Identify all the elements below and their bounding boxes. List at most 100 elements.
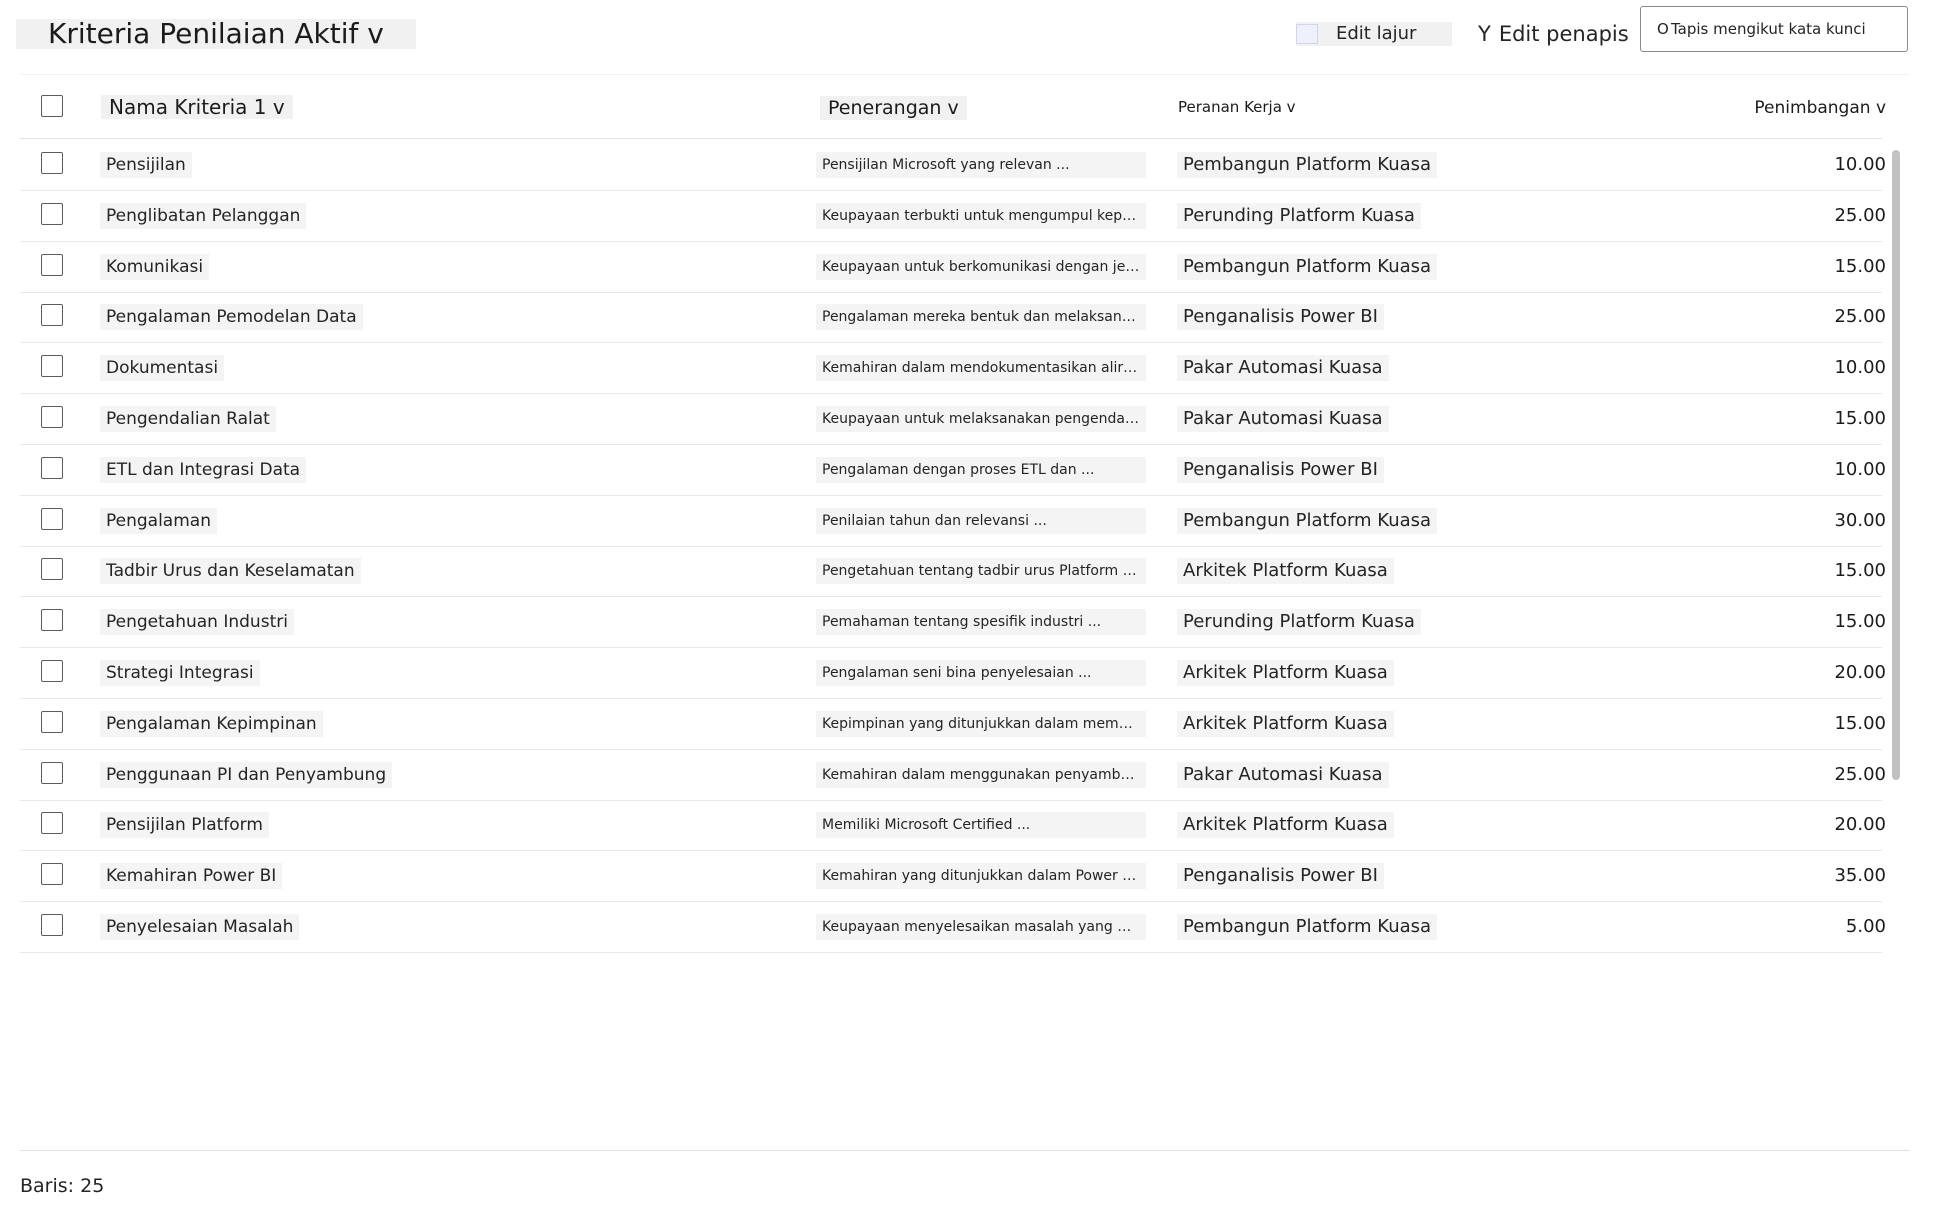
row-checkbox[interactable] <box>41 762 63 784</box>
row-checkbox[interactable] <box>41 152 63 174</box>
command-bar: Kriteria Penilaian Aktif v Edit lajur YE… <box>0 0 1953 72</box>
table-row[interactable]: Strategi Integrasi Pengalaman seni bina p… <box>20 648 1886 699</box>
scrollbar-thumb[interactable] <box>1892 150 1900 780</box>
weight-cell: 15.00 <box>1834 408 1886 429</box>
grid-header: Nama Kriteria 1 v Penerangan v Peranan K… <box>20 80 1886 139</box>
criteria-name-cell[interactable]: Pensijilan <box>100 152 192 178</box>
view-selector[interactable]: Kriteria Penilaian Aktif v <box>16 19 416 49</box>
row-checkbox[interactable] <box>41 558 63 580</box>
row-checkbox[interactable] <box>41 406 63 428</box>
weight-cell: 30.00 <box>1834 510 1886 531</box>
search-box[interactable]: O <box>1640 6 1908 52</box>
row-count: Baris: 25 <box>20 1175 105 1197</box>
row-checkbox[interactable] <box>41 660 63 682</box>
table-row[interactable]: Pengalaman Pemodelan Data Pengalaman mere… <box>20 292 1886 343</box>
criteria-name-cell[interactable]: ETL dan Integrasi Data <box>100 457 307 483</box>
criteria-name-cell[interactable]: Kemahiran Power BI <box>100 863 283 889</box>
vertical-scrollbar[interactable] <box>1888 140 1902 1150</box>
description-cell: Pengalaman mereka bentuk dan melaksanaka… <box>816 304 1146 330</box>
search-icon: O <box>1657 20 1669 38</box>
row-checkbox[interactable] <box>41 812 63 834</box>
edit-filters-button[interactable]: Y Edit penapis <box>1478 19 1629 49</box>
table-row[interactable]: Penggunaan PI dan Penyambung Kemahiran da… <box>20 750 1886 801</box>
description-cell: Kemahiran dalam menggunakan penyambung s… <box>816 762 1146 788</box>
row-checkbox[interactable] <box>41 508 63 530</box>
row-checkbox[interactable] <box>41 304 63 326</box>
criteria-name-cell[interactable]: Komunikasi <box>100 254 210 280</box>
table-row[interactable]: Tadbir Urus dan Keselamatan Pengetahuan t… <box>20 546 1886 597</box>
table-row[interactable]: Komunikasi Keupayaan untuk berkomunikasi … <box>20 242 1886 293</box>
criteria-name-cell[interactable]: Dokumentasi <box>100 355 225 381</box>
description-cell: Pengalaman dengan proses ETL dan ... <box>816 457 1146 483</box>
criteria-name-cell[interactable]: Pengetahuan Industri <box>100 609 294 635</box>
table-row[interactable]: Pengalaman Kepimpinan Kepimpinan yang dit… <box>20 699 1886 750</box>
description-cell: Kepimpinan yang ditunjukkan dalam membim… <box>816 711 1146 737</box>
job-role-cell: Perunding Platform Kuasa <box>1177 203 1421 229</box>
job-role-cell: Arkitek Platform Kuasa <box>1177 558 1394 584</box>
description-cell: Pengetahuan tentang tadbir urus Platform… <box>816 558 1146 584</box>
weight-cell: 15.00 <box>1834 560 1886 581</box>
table-row[interactable]: Pensijilan Platform Memiliki Microsoft Ce… <box>20 800 1886 851</box>
description-cell: Pensijilan Microsoft yang relevan ... <box>816 152 1146 178</box>
job-role-cell: Pembangun Platform Kuasa <box>1177 914 1438 940</box>
criteria-name-cell[interactable]: Strategi Integrasi <box>100 660 260 686</box>
weight-cell: 35.00 <box>1834 865 1886 886</box>
table-row[interactable]: Pengendalian Ralat Keupayaan untuk melaks… <box>20 394 1886 445</box>
row-checkbox[interactable] <box>41 609 63 631</box>
criteria-name-cell[interactable]: Pengalaman <box>100 508 217 534</box>
criteria-name-cell[interactable]: Penyelesaian Masalah <box>100 914 300 940</box>
edit-columns-button[interactable]: Edit lajur <box>1296 22 1452 46</box>
weight-cell: 25.00 <box>1834 205 1886 226</box>
column-header-role[interactable]: Peranan Kerja v <box>1178 98 1296 116</box>
description-cell: Memiliki Microsoft Certified ... <box>816 812 1146 838</box>
criteria-name-cell[interactable]: Penggunaan PI dan Penyambung <box>100 762 393 788</box>
description-cell: Keupayaan terbukti untuk mengumpul keper… <box>816 203 1146 229</box>
description-cell: Pengalaman seni bina penyelesaian ... <box>816 660 1146 686</box>
table-row[interactable]: Pengalaman Penilaian tahun dan relevansi … <box>20 496 1886 547</box>
description-cell: Penilaian tahun dan relevansi ... <box>816 508 1146 534</box>
filter-icon: Y <box>1478 22 1491 46</box>
row-checkbox[interactable] <box>41 863 63 885</box>
row-checkbox[interactable] <box>41 457 63 479</box>
table-row[interactable]: Pengetahuan Industri Pemahaman tentang sp… <box>20 597 1886 648</box>
criteria-name-cell[interactable]: Pengendalian Ralat <box>100 406 276 432</box>
row-checkbox[interactable] <box>41 355 63 377</box>
criteria-name-cell[interactable]: Tadbir Urus dan Keselamatan <box>100 558 361 584</box>
job-role-cell: Penganalisis Power BI <box>1177 863 1384 889</box>
row-checkbox[interactable] <box>41 254 63 276</box>
table-row[interactable]: Penglibatan Pelanggan Keupayaan terbukti … <box>20 191 1886 242</box>
column-header-description[interactable]: Penerangan v <box>820 96 967 120</box>
table-row[interactable]: Dokumentasi Kemahiran dalam mendokumentas… <box>20 343 1886 394</box>
columns-icon <box>1296 24 1318 44</box>
job-role-cell: Perunding Platform Kuasa <box>1177 609 1421 635</box>
search-input[interactable] <box>1671 17 1871 41</box>
criteria-name-cell[interactable]: Pengalaman Pemodelan Data <box>100 304 363 330</box>
select-all-checkbox[interactable] <box>41 95 63 117</box>
table-row[interactable]: ETL dan Integrasi Data Pengalaman dengan … <box>20 445 1886 496</box>
table-row[interactable]: Penyelesaian Masalah Keupayaan menyelesai… <box>20 902 1886 953</box>
weight-cell: 15.00 <box>1834 713 1886 734</box>
row-checkbox[interactable] <box>41 711 63 733</box>
criteria-name-cell[interactable]: Pensijilan Platform <box>100 812 269 838</box>
table-row[interactable]: Pensijilan Pensijilan Microsoft yang rele… <box>20 140 1886 191</box>
weight-cell: 15.00 <box>1834 256 1886 277</box>
job-role-cell: Pakar Automasi Kuasa <box>1177 762 1389 788</box>
description-cell: Kemahiran dalam mendokumentasikan aliran… <box>816 355 1146 381</box>
weight-cell: 15.00 <box>1834 611 1886 632</box>
column-header-weight[interactable]: Penimbangan v <box>1742 97 1886 119</box>
description-cell: Keupayaan untuk berkomunikasi dengan jel… <box>816 254 1146 280</box>
description-cell: Pemahaman tentang spesifik industri ... <box>816 609 1146 635</box>
toolbar-divider <box>20 74 1910 75</box>
criteria-name-cell[interactable]: Penglibatan Pelanggan <box>100 203 307 229</box>
row-checkbox[interactable] <box>41 203 63 225</box>
weight-cell: 10.00 <box>1834 154 1886 175</box>
column-header-name[interactable]: Nama Kriteria 1 v <box>101 95 293 119</box>
weight-cell: 25.00 <box>1834 306 1886 327</box>
criteria-name-cell[interactable]: Pengalaman Kepimpinan <box>100 711 323 737</box>
weight-cell: 5.00 <box>1845 916 1886 937</box>
weight-cell: 20.00 <box>1834 662 1886 683</box>
weight-cell: 25.00 <box>1834 764 1886 785</box>
row-checkbox[interactable] <box>41 914 63 936</box>
table-row[interactable]: Kemahiran Power BI Kemahiran yang ditunju… <box>20 851 1886 902</box>
weight-cell: 20.00 <box>1834 814 1886 835</box>
